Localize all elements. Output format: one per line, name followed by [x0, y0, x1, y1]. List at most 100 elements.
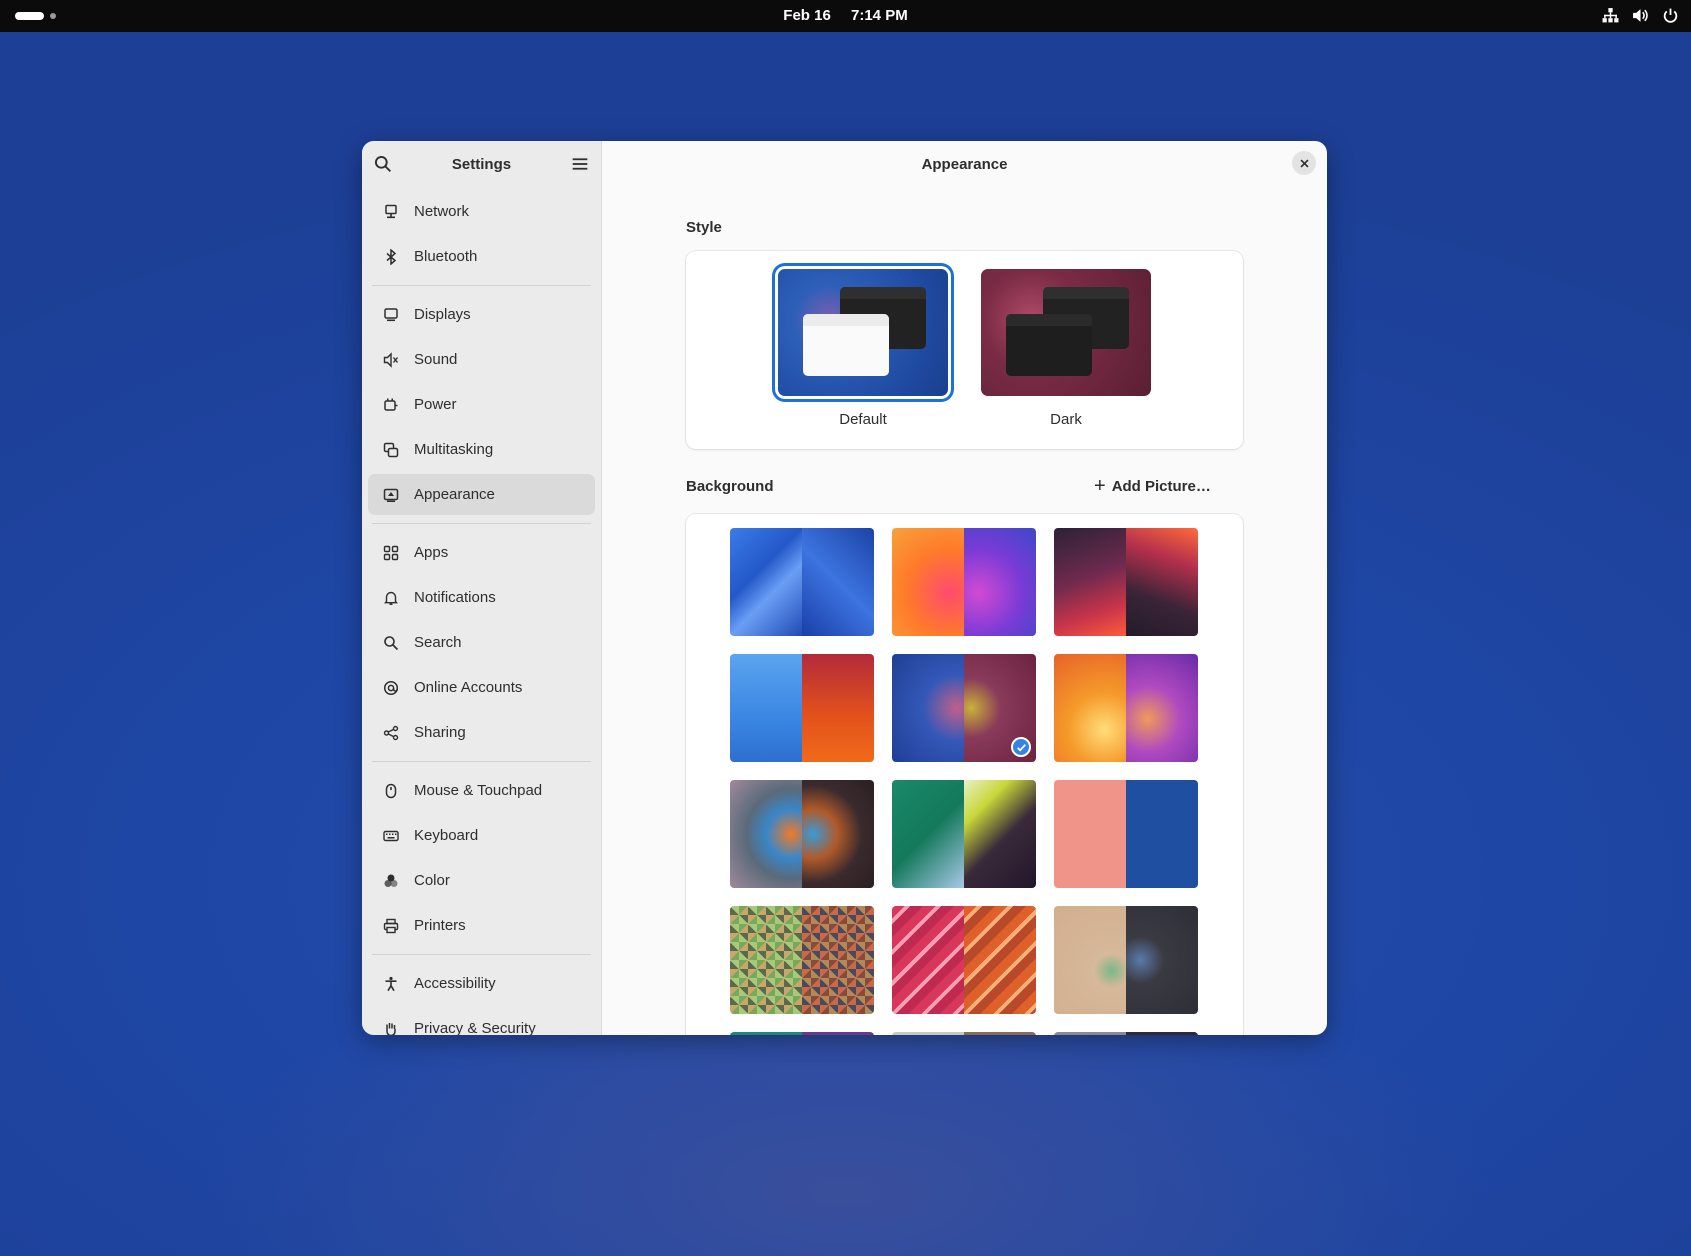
- wallpaper-tile[interactable]: [1054, 906, 1198, 1014]
- close-button[interactable]: [1292, 151, 1316, 175]
- sidebar-item-label: Color: [414, 872, 450, 889]
- wallpaper-tile[interactable]: [730, 780, 874, 888]
- apps-icon: [382, 544, 400, 562]
- sidebar-item-label: Printers: [414, 917, 466, 934]
- sidebar-item-label: Privacy & Security: [414, 1020, 536, 1035]
- share-icon: [382, 724, 400, 742]
- keyboard-icon: [382, 827, 400, 845]
- sidebar-item-apps[interactable]: Apps: [368, 532, 595, 573]
- wallpaper-tile[interactable]: [892, 654, 1036, 762]
- sidebar-header: Settings: [362, 141, 601, 187]
- wallpaper-tile[interactable]: [730, 528, 874, 636]
- sidebar-item-label: Power: [414, 396, 457, 413]
- bell-icon: [382, 589, 400, 607]
- search-icon: [382, 634, 400, 652]
- appearance-icon: [382, 486, 400, 504]
- wallpaper-tile[interactable]: [1054, 1032, 1198, 1035]
- sidebar-item-mouse-and-touchpad[interactable]: Mouse & Touchpad: [368, 770, 595, 811]
- color-icon: [382, 872, 400, 890]
- wallpaper-tile[interactable]: [892, 780, 1036, 888]
- sidebar-item-sound[interactable]: Sound: [368, 339, 595, 380]
- sidebar-item-label: Accessibility: [414, 975, 496, 992]
- sidebar-item-network[interactable]: Network: [368, 191, 595, 232]
- main-header: Appearance: [602, 141, 1327, 187]
- sidebar-separator: [372, 954, 591, 955]
- hamburger-menu-icon[interactable]: [571, 155, 589, 173]
- wallpaper-tile[interactable]: [1054, 528, 1198, 636]
- sidebar-item-notifications[interactable]: Notifications: [368, 577, 595, 618]
- style-option-dark[interactable]: Dark: [976, 269, 1156, 428]
- wallpaper-tile[interactable]: [730, 1032, 874, 1035]
- display-icon: [382, 306, 400, 324]
- wallpaper-grid: [730, 528, 1198, 1035]
- sidebar-item-label: Keyboard: [414, 827, 479, 844]
- sidebar-item-search[interactable]: Search: [368, 622, 595, 663]
- background-card: [686, 514, 1243, 1035]
- sidebar-item-label: Displays: [414, 306, 471, 323]
- network-icon[interactable]: [1601, 6, 1619, 24]
- network-icon: [382, 203, 400, 221]
- sidebar-item-label: Notifications: [414, 589, 496, 606]
- bluetooth-icon: [382, 248, 400, 266]
- sidebar-item-appearance[interactable]: Appearance: [368, 474, 595, 515]
- multitasking-icon: [382, 441, 400, 459]
- power-icon[interactable]: [1661, 6, 1679, 24]
- sidebar-item-power[interactable]: Power: [368, 384, 595, 425]
- sidebar-item-multitasking[interactable]: Multitasking: [368, 429, 595, 470]
- sidebar-item-label: Mouse & Touchpad: [414, 782, 543, 799]
- sidebar-list: Network Bluetooth Displays Sound Power Multit…: [362, 191, 601, 1035]
- top-bar: Feb 16 7:14 PM: [0, 0, 1691, 32]
- wallpaper-tile[interactable]: [892, 906, 1036, 1014]
- sidebar-item-label: Apps: [414, 544, 449, 561]
- wallpaper-tile[interactable]: [1054, 654, 1198, 762]
- sidebar-item-label: Multitasking: [414, 441, 494, 458]
- system-tray[interactable]: [1601, 6, 1679, 24]
- sidebar-item-label: Search: [414, 634, 462, 651]
- style-thumbnail-dark: [981, 269, 1151, 396]
- selected-check-icon: [1011, 737, 1031, 757]
- sidebar-item-privacy-and-security[interactable]: Privacy & Security: [368, 1008, 595, 1035]
- sidebar-item-label: Network: [414, 203, 470, 220]
- wallpaper-tile[interactable]: [892, 1032, 1036, 1035]
- volume-icon[interactable]: [1631, 6, 1649, 24]
- style-thumbnail-default: [778, 269, 948, 396]
- style-label-dark: Dark: [1050, 411, 1082, 428]
- sidebar-title: Settings: [451, 156, 512, 173]
- preview-front-window: [803, 314, 889, 376]
- settings-window: Settings Network Bluetooth Displays Sound Po…: [362, 141, 1327, 1035]
- sidebar-item-printers[interactable]: Printers: [368, 905, 595, 946]
- printer-icon: [382, 917, 400, 935]
- sidebar-item-label: Sound: [414, 351, 458, 368]
- sidebar-separator: [372, 285, 591, 286]
- page-title: Appearance: [921, 156, 1008, 173]
- sidebar-item-label: Online Accounts: [414, 679, 523, 696]
- style-option-default[interactable]: Default: [773, 269, 953, 428]
- hand-icon: [382, 1020, 400, 1035]
- sidebar-item-bluetooth[interactable]: Bluetooth: [368, 236, 595, 277]
- sidebar-item-online-accounts[interactable]: Online Accounts: [368, 667, 595, 708]
- sidebar-separator: [372, 761, 591, 762]
- sidebar-item-accessibility[interactable]: Accessibility: [368, 963, 595, 1004]
- wallpaper-tile[interactable]: [730, 906, 874, 1014]
- power-icon: [382, 396, 400, 414]
- sidebar-item-sharing[interactable]: Sharing: [368, 712, 595, 753]
- sidebar: Settings Network Bluetooth Displays Sound Po…: [362, 141, 602, 1035]
- sidebar-separator: [372, 523, 591, 524]
- sound-icon: [382, 351, 400, 369]
- wallpaper-tile[interactable]: [892, 528, 1036, 636]
- wallpaper-tile[interactable]: [730, 654, 874, 762]
- main-panel: Appearance Style Default Dark Background…: [602, 141, 1327, 1035]
- background-section-title: Background: [686, 478, 774, 495]
- sidebar-item-color[interactable]: Color: [368, 860, 595, 901]
- add-picture-button[interactable]: + Add Picture…: [1082, 469, 1223, 503]
- mouse-icon: [382, 782, 400, 800]
- close-icon: [1299, 158, 1309, 168]
- wallpaper-tile[interactable]: [1054, 780, 1198, 888]
- at-icon: [382, 679, 400, 697]
- clock[interactable]: Feb 16 7:14 PM: [0, 7, 1691, 24]
- clock-time: 7:14 PM: [851, 7, 908, 24]
- add-picture-label: Add Picture…: [1111, 477, 1211, 495]
- sidebar-item-keyboard[interactable]: Keyboard: [368, 815, 595, 856]
- style-section-title: Style: [686, 219, 722, 236]
- sidebar-item-displays[interactable]: Displays: [368, 294, 595, 335]
